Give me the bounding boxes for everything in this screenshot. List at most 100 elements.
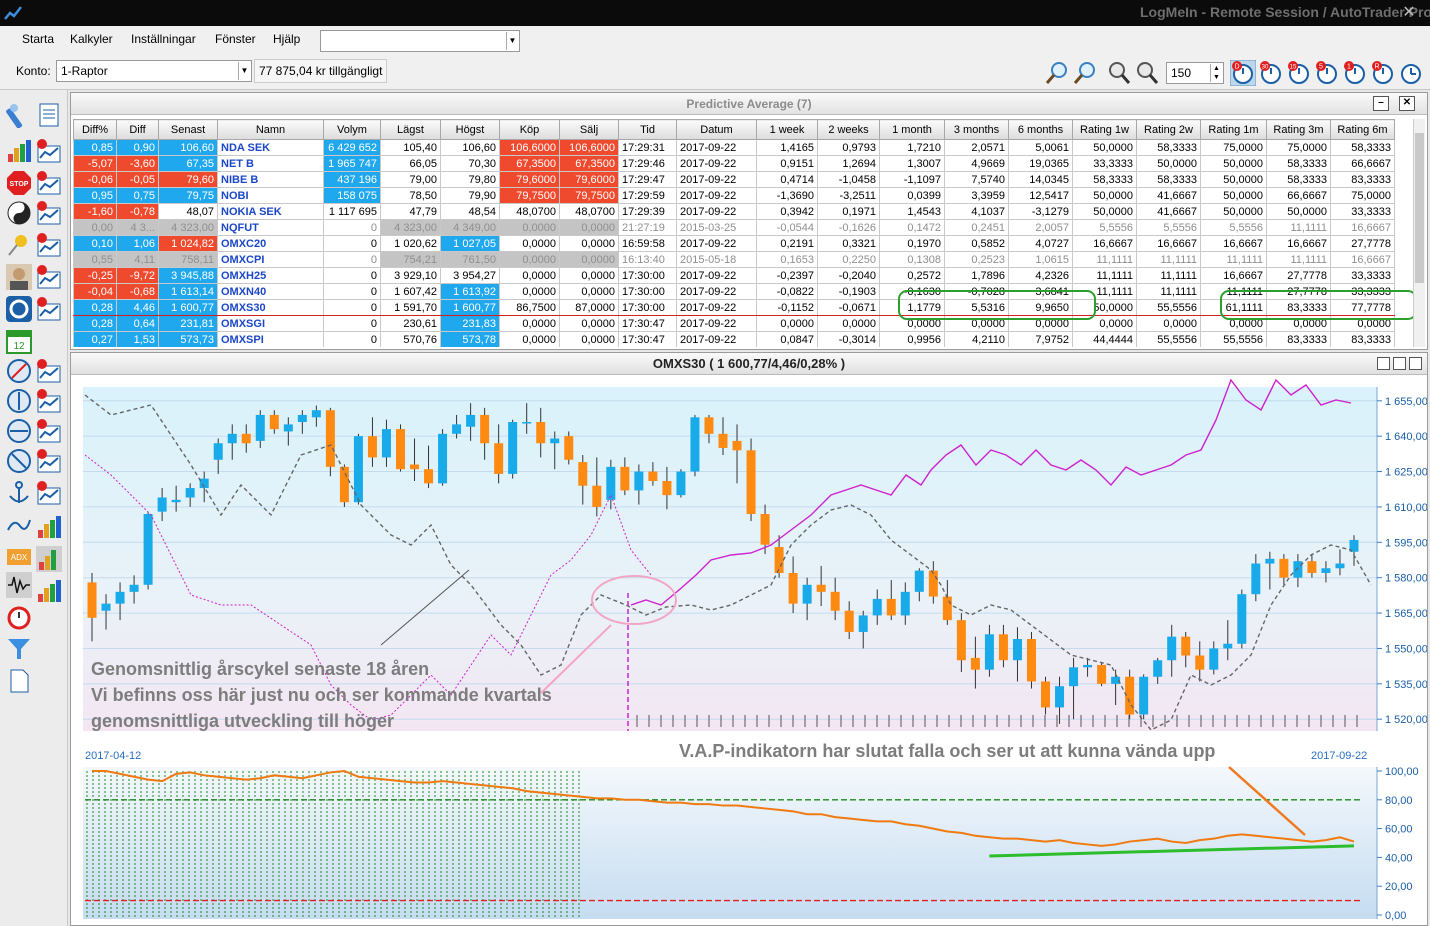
column-header[interactable]: Rating 3m — [1266, 119, 1331, 140]
vertical-scrollbar[interactable] — [1413, 119, 1425, 347]
column-header[interactable]: 1 week — [756, 119, 818, 140]
zoom-reset-icon[interactable] — [1134, 60, 1160, 86]
period-d-icon[interactable]: D — [1230, 60, 1256, 86]
two-chart-icon[interactable] — [36, 232, 62, 258]
minimize-button[interactable]: – — [1373, 96, 1389, 111]
multi-chart-icon[interactable] — [36, 578, 62, 604]
table-row[interactable]: 0,95 0,75 79,75 NOBI 158 075 78,50 79,90 79,750… — [73, 187, 1395, 204]
vap-indicator-chart[interactable]: 0,00 20,00 40,00 60,00 80,00 100,00 — [71, 765, 1427, 925]
v-chart-icon[interactable] — [36, 138, 62, 164]
instrument-name-cell[interactable]: NOBI — [217, 187, 324, 204]
s-chart-icon[interactable] — [36, 448, 62, 474]
table-row[interactable]: 0,55 4,11 758,11 OMXCPI 0 754,21 761,50 0,0000 0… — [73, 251, 1395, 268]
anchor-icon[interactable] — [6, 480, 32, 506]
instrument-name-cell[interactable]: NOKIA SEK — [217, 203, 324, 220]
column-header[interactable]: Namn — [217, 119, 324, 140]
f-chart-icon[interactable] — [36, 296, 62, 322]
table-row[interactable]: -5,07 -3,60 67,35 NET B1 965 747 66,05 70,30 6… — [73, 155, 1395, 172]
alarm-icon[interactable] — [6, 604, 32, 630]
m-chart-icon[interactable] — [36, 358, 62, 384]
table-row[interactable]: -0,06 -0,05 79,60 NIBE B 437 196 79,00 79,80 79… — [73, 171, 1395, 188]
column-header[interactable]: Datum — [676, 119, 757, 140]
yin-yang-icon[interactable] — [6, 200, 32, 226]
instrument-name-cell[interactable]: NDA SEK — [217, 139, 324, 156]
chevron-down-icon[interactable]: ▼ — [506, 32, 518, 50]
instrument-name-cell[interactable]: OMXN40 — [217, 283, 324, 300]
chart-close-button[interactable] — [1409, 357, 1422, 370]
notes-icon[interactable] — [36, 102, 62, 128]
table-row[interactable]: 0,27 1,53 573,73 OMXSPI 0 570,76 573,78 0,0000 0… — [73, 331, 1395, 347]
scrollbar-thumb[interactable] — [1415, 133, 1424, 283]
instrument-name-cell[interactable]: NIBE B — [217, 171, 324, 188]
pin-icon[interactable] — [6, 232, 32, 258]
growth-chart-icon[interactable] — [36, 514, 62, 540]
table-row[interactable]: 0,85 0,90 106,60 NDA SEK 6 429 652 105,40 106,… — [73, 139, 1395, 156]
zoom-out-icon[interactable] — [1072, 60, 1098, 86]
c-logo-icon[interactable] — [6, 296, 32, 322]
b-chart-icon[interactable] — [36, 264, 62, 290]
column-header[interactable]: 6 months — [1008, 119, 1073, 140]
instrument-name-cell[interactable]: OMXH25 — [217, 267, 324, 284]
compass-n-icon[interactable] — [6, 388, 32, 414]
instrument-name-cell[interactable]: NET B — [217, 155, 324, 172]
page-icon[interactable] — [6, 668, 32, 694]
instrument-name-cell[interactable]: OMXC20 — [217, 235, 324, 252]
menu-hjalp[interactable]: Hjälp — [273, 32, 300, 46]
instrument-name-cell[interactable]: OMXSPI — [217, 331, 324, 347]
column-header[interactable]: 1 month — [879, 119, 945, 140]
compass-icon[interactable] — [6, 358, 32, 384]
calendar-icon[interactable]: 12 — [6, 328, 32, 354]
compass-s-icon[interactable] — [6, 448, 32, 474]
v-chart-icon[interactable] — [36, 170, 62, 196]
menu-kalkyler[interactable]: Kalkyler — [70, 32, 113, 46]
one-chart-icon[interactable] — [36, 200, 62, 226]
period-1-icon[interactable]: 1 — [1342, 60, 1368, 86]
column-header[interactable]: Rating 1m — [1200, 119, 1267, 140]
period-30-icon[interactable]: 30 — [1258, 60, 1284, 86]
column-header[interactable]: Diff — [116, 119, 159, 140]
o-chart-icon[interactable] — [36, 418, 62, 444]
zoom-level-input[interactable]: 150 ▲ ▼ — [1166, 62, 1224, 84]
d-chart-icon[interactable] — [36, 480, 62, 506]
column-header[interactable]: 2 weeks — [817, 119, 880, 140]
column-header[interactable]: Tid — [618, 119, 677, 140]
column-header[interactable]: Högst — [440, 119, 500, 140]
close-window-button[interactable]: ✕ — [1398, 2, 1420, 22]
column-header[interactable]: Volym — [323, 119, 381, 140]
wave-icon[interactable] — [6, 572, 32, 598]
adx-icon[interactable]: ADX — [6, 544, 32, 570]
zoom-in-icon[interactable] — [1044, 60, 1070, 86]
chart-minimize-button[interactable] — [1377, 357, 1390, 370]
period-w-icon[interactable] — [1398, 60, 1424, 86]
period-15-icon[interactable]: 15 — [1286, 60, 1312, 86]
compass-w-icon[interactable] — [6, 418, 32, 444]
bar-chart-icon[interactable] — [6, 138, 32, 164]
column-header[interactable]: Senast — [158, 119, 218, 140]
spinner-icon[interactable]: ▲ ▼ — [1210, 64, 1222, 82]
line-icon[interactable] — [6, 512, 32, 538]
chevron-down-icon[interactable]: ▼ — [238, 62, 250, 80]
zoom-fit-icon[interactable] — [1106, 60, 1132, 86]
selected-chart-icon[interactable] — [36, 546, 62, 572]
instrument-name-cell[interactable]: OMXS30 — [217, 299, 324, 316]
chart-maximize-button[interactable] — [1393, 357, 1406, 370]
filter-icon[interactable] — [6, 636, 32, 662]
column-header[interactable]: Rating 1w — [1072, 119, 1137, 140]
menu-installningar[interactable]: Inställningar — [131, 32, 196, 46]
table-row[interactable]: 0,28 4,46 1 600,77 OMXS30 0 1 591,70 1 600,77 8… — [73, 299, 1395, 316]
menu-fonster[interactable]: Fönster — [215, 32, 256, 46]
menu-starta[interactable]: Starta — [22, 32, 54, 46]
column-header[interactable]: Köp — [499, 119, 560, 140]
column-header[interactable]: Rating 6m — [1330, 119, 1395, 140]
table-row[interactable]: -0,25 -9,72 3 945,88 OMXH25 0 3 929,10 3 954,2… — [73, 267, 1395, 284]
table-row[interactable]: 0,28 0,64 231,81 OMXSGI 0 230,61 231,83 0,0000 0… — [73, 315, 1395, 332]
instrument-search-combo[interactable]: ▼ — [320, 30, 520, 52]
close-grid-button[interactable]: ✕ — [1399, 96, 1415, 111]
instrument-name-cell[interactable]: NQFUT — [217, 219, 324, 236]
column-header[interactable]: Rating 2w — [1136, 119, 1201, 140]
price-chart[interactable]: 1 520,00 1 535,00 1 550,00 1 565,00 1 580,00… — [71, 375, 1427, 765]
table-row[interactable]: 0,10 1,06 1 024,82 OMXC20 0 1 020,62 1 027,05 0… — [73, 235, 1395, 252]
table-row[interactable]: -0,04 -0,68 1 613,14 OMXN40 0 1 607,42 1 613,9… — [73, 283, 1395, 300]
account-select[interactable]: 1-Raptor ▼ — [56, 60, 252, 82]
column-header[interactable]: 3 months — [944, 119, 1009, 140]
